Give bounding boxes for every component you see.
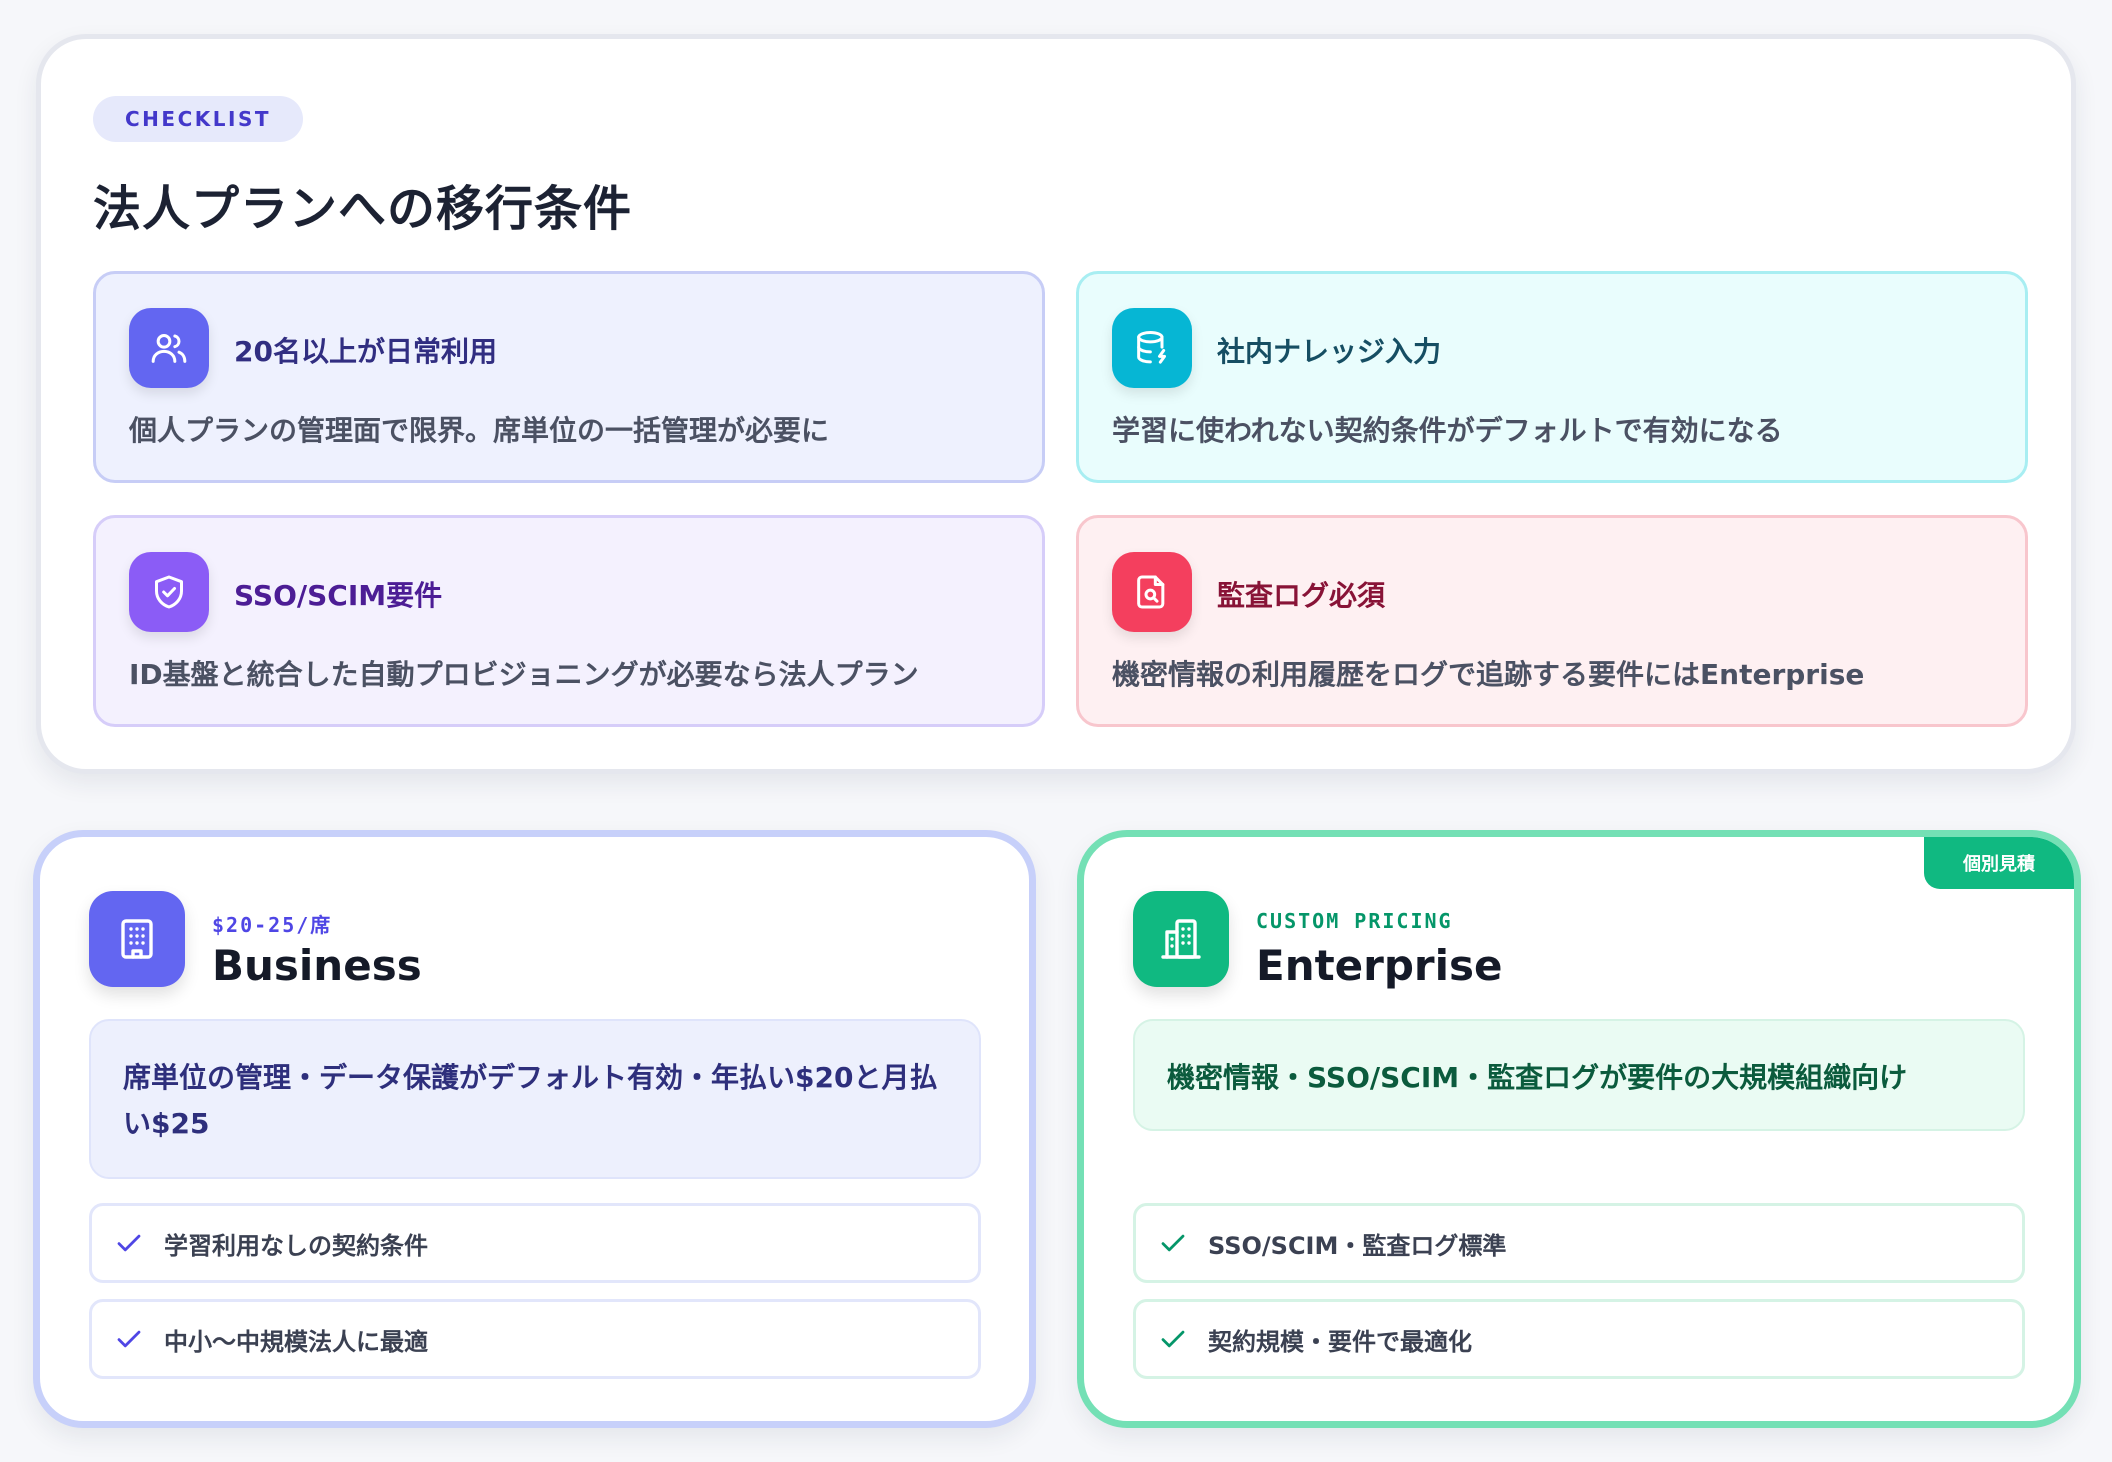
- plan-feature-label: SSO/SCIM・監査ログ標準: [1208, 1231, 1507, 1260]
- plan-name: Enterprise: [1256, 941, 1503, 990]
- plan-feature: SSO/SCIM・監査ログ標準: [1133, 1203, 2025, 1283]
- shield-check-icon: [129, 552, 209, 632]
- checklist-item-daily-use: 20名以上が日常利用 個人プランの管理面で限界。席単位の一括管理が必要に: [93, 271, 1045, 483]
- plan-price: CUSTOM PRICING: [1256, 909, 1453, 933]
- checklist-item-desc: 個人プランの管理面で限界。席単位の一括管理が必要に: [129, 414, 830, 447]
- plan-feature: 契約規模・要件で最適化: [1133, 1299, 2025, 1379]
- checklist-pill: CHECKLIST: [93, 96, 303, 142]
- plan-price: $20-25/席: [212, 913, 333, 937]
- plan-feature-label: 学習利用なしの契約条件: [164, 1231, 428, 1260]
- users-icon: [129, 308, 209, 388]
- plan-name: Business: [212, 941, 422, 990]
- building-icon: [89, 891, 185, 987]
- check-icon: [1161, 1330, 1185, 1348]
- checklist-item-title: 20名以上が日常利用: [234, 335, 497, 368]
- checklist-item-desc: 学習に使われない契約条件がデフォルトで有効になる: [1112, 414, 1783, 447]
- plan-summary: 機密情報・SSO/SCIM・監査ログが要件の大規模組織向け: [1133, 1019, 2025, 1131]
- checklist-card: CHECKLIST 法人プランへの移行条件 20名以上が日常利用 個人プランの管…: [36, 34, 2076, 774]
- checklist-item-title: SSO/SCIM要件: [234, 579, 443, 612]
- checklist-item-title: 社内ナレッジ入力: [1217, 335, 1442, 368]
- checklist-item-audit-log: 監査ログ必須 機密情報の利用履歴をログで追跡する要件にはEnterprise: [1076, 515, 2028, 727]
- plan-card-enterprise: 個別見積 CUSTOM PRICING Enterprise 機密情報・SSO/…: [1077, 830, 2081, 1428]
- plan-feature: 中小〜中規模法人に最適: [89, 1299, 981, 1379]
- plan-feature: 学習利用なしの契約条件: [89, 1203, 981, 1283]
- custom-quote-badge: 個別見積: [1924, 837, 2074, 889]
- checklist-title: 法人プランへの移行条件: [93, 181, 633, 237]
- checklist-item-title: 監査ログ必須: [1217, 579, 1386, 612]
- database-icon: [1112, 308, 1192, 388]
- plan-card-business: $20-25/席 Business 席単位の管理・データ保護がデフォルト有効・年…: [33, 830, 1036, 1428]
- plan-feature-label: 契約規模・要件で最適化: [1208, 1327, 1472, 1356]
- check-icon: [1161, 1234, 1185, 1252]
- check-icon: [117, 1234, 141, 1252]
- buildings-icon: [1133, 891, 1229, 987]
- check-icon: [117, 1330, 141, 1348]
- plan-summary: 席単位の管理・データ保護がデフォルト有効・年払い$20と月払い$25: [89, 1019, 981, 1179]
- file-search-icon: [1112, 552, 1192, 632]
- checklist-item-desc: ID基盤と統合した自動プロビジョニングが必要なら法人プラン: [129, 658, 919, 691]
- checklist-item-desc: 機密情報の利用履歴をログで追跡する要件にはEnterprise: [1112, 658, 1865, 691]
- plan-feature-label: 中小〜中規模法人に最適: [164, 1327, 428, 1356]
- checklist-item-knowledge: 社内ナレッジ入力 学習に使われない契約条件がデフォルトで有効になる: [1076, 271, 2028, 483]
- checklist-item-sso: SSO/SCIM要件 ID基盤と統合した自動プロビジョニングが必要なら法人プラン: [93, 515, 1045, 727]
